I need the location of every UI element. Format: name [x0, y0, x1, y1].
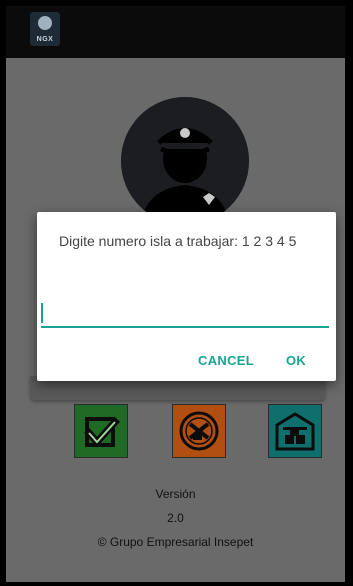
security-guard-avatar-icon — [121, 97, 249, 225]
dialog-message: Digite numero isla a trabajar: 1 2 3 4 5 — [59, 233, 297, 249]
version-value: 2.0 — [167, 511, 184, 525]
island-number-input[interactable] — [41, 296, 329, 328]
app-screen: NGX Versión 2.0 © Grupo Empresarial Inse… — [6, 6, 345, 582]
ok-button[interactable]: OK — [286, 353, 306, 368]
maintenance-button[interactable] — [172, 404, 226, 458]
text-cursor — [41, 303, 43, 323]
warehouse-icon — [275, 412, 315, 451]
version-label: Versión — [155, 487, 196, 501]
cancel-button[interactable]: CANCEL — [198, 353, 254, 368]
island-number-dialog: Digite numero isla a trabajar: 1 2 3 4 5… — [37, 212, 336, 381]
logo-text: NGX — [36, 36, 54, 43]
approve-check-icon — [84, 417, 120, 448]
warehouse-button[interactable] — [268, 404, 322, 458]
top-bar: NGX — [6, 6, 345, 58]
app-logo-icon: NGX — [30, 12, 60, 46]
maintenance-tools-icon — [179, 411, 219, 451]
logo-globe — [38, 16, 52, 30]
approve-button[interactable] — [74, 404, 128, 458]
copyright-text: © Grupo Empresarial Insepet — [97, 535, 254, 549]
